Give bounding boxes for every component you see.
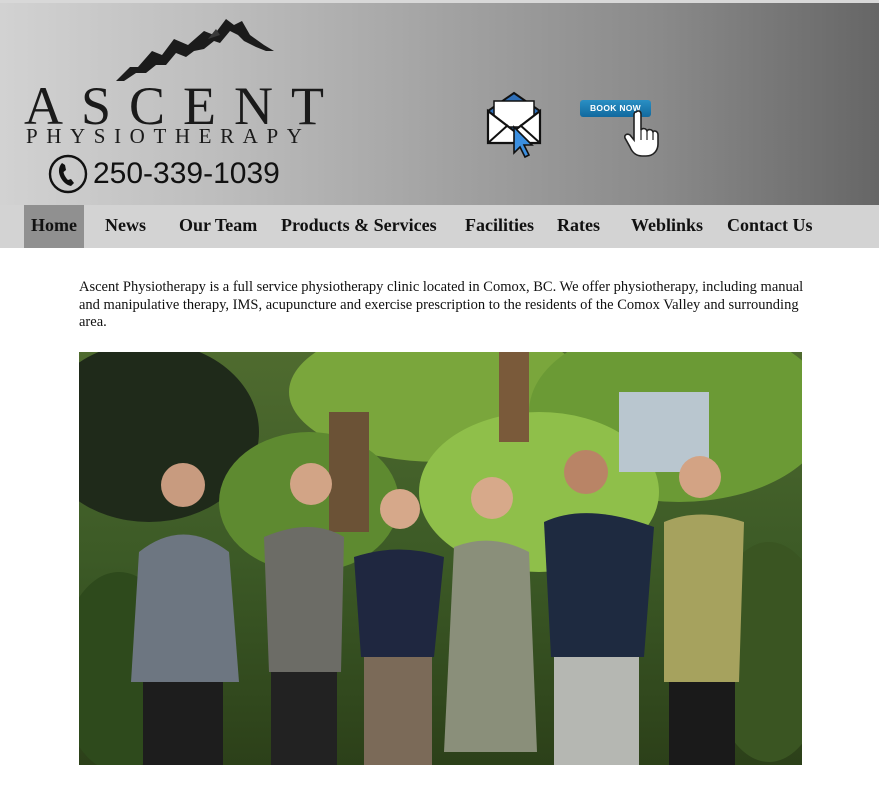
nav-products-services[interactable]: Products & Services — [281, 205, 437, 248]
envelope-click-icon — [486, 91, 542, 159]
ascent-logo[interactable]: ASCENT PHYSIOTHERAPY — [22, 9, 367, 159]
site-header: ASCENT PHYSIOTHERAPY 250-339-1039 BOOK N… — [0, 3, 879, 205]
nav-contact-us[interactable]: Contact Us — [727, 205, 813, 248]
phone-number[interactable]: 250-339-1039 — [93, 154, 280, 194]
main-navigation: Home News Our Team Products & Services F… — [0, 205, 879, 248]
intro-paragraph: Ascent Physiotherapy is a full service p… — [79, 279, 804, 330]
book-now-button[interactable]: BOOK NOW — [580, 96, 662, 160]
nav-news[interactable]: News — [105, 205, 146, 248]
mountain-logo-icon — [116, 19, 274, 81]
nav-our-team[interactable]: Our Team — [179, 205, 257, 248]
nav-weblinks[interactable]: Weblinks — [631, 205, 703, 248]
nav-home[interactable]: Home — [24, 205, 84, 248]
hand-cursor-icon — [624, 110, 659, 157]
nav-rates[interactable]: Rates — [557, 205, 600, 248]
phone-contact[interactable]: 250-339-1039 — [48, 153, 280, 195]
team-photo — [39, 322, 829, 772]
phone-icon — [48, 154, 88, 194]
logo-subtitle: PHYSIOTHERAPY — [26, 124, 311, 148]
email-button[interactable] — [484, 89, 546, 159]
nav-facilities[interactable]: Facilities — [465, 205, 534, 248]
